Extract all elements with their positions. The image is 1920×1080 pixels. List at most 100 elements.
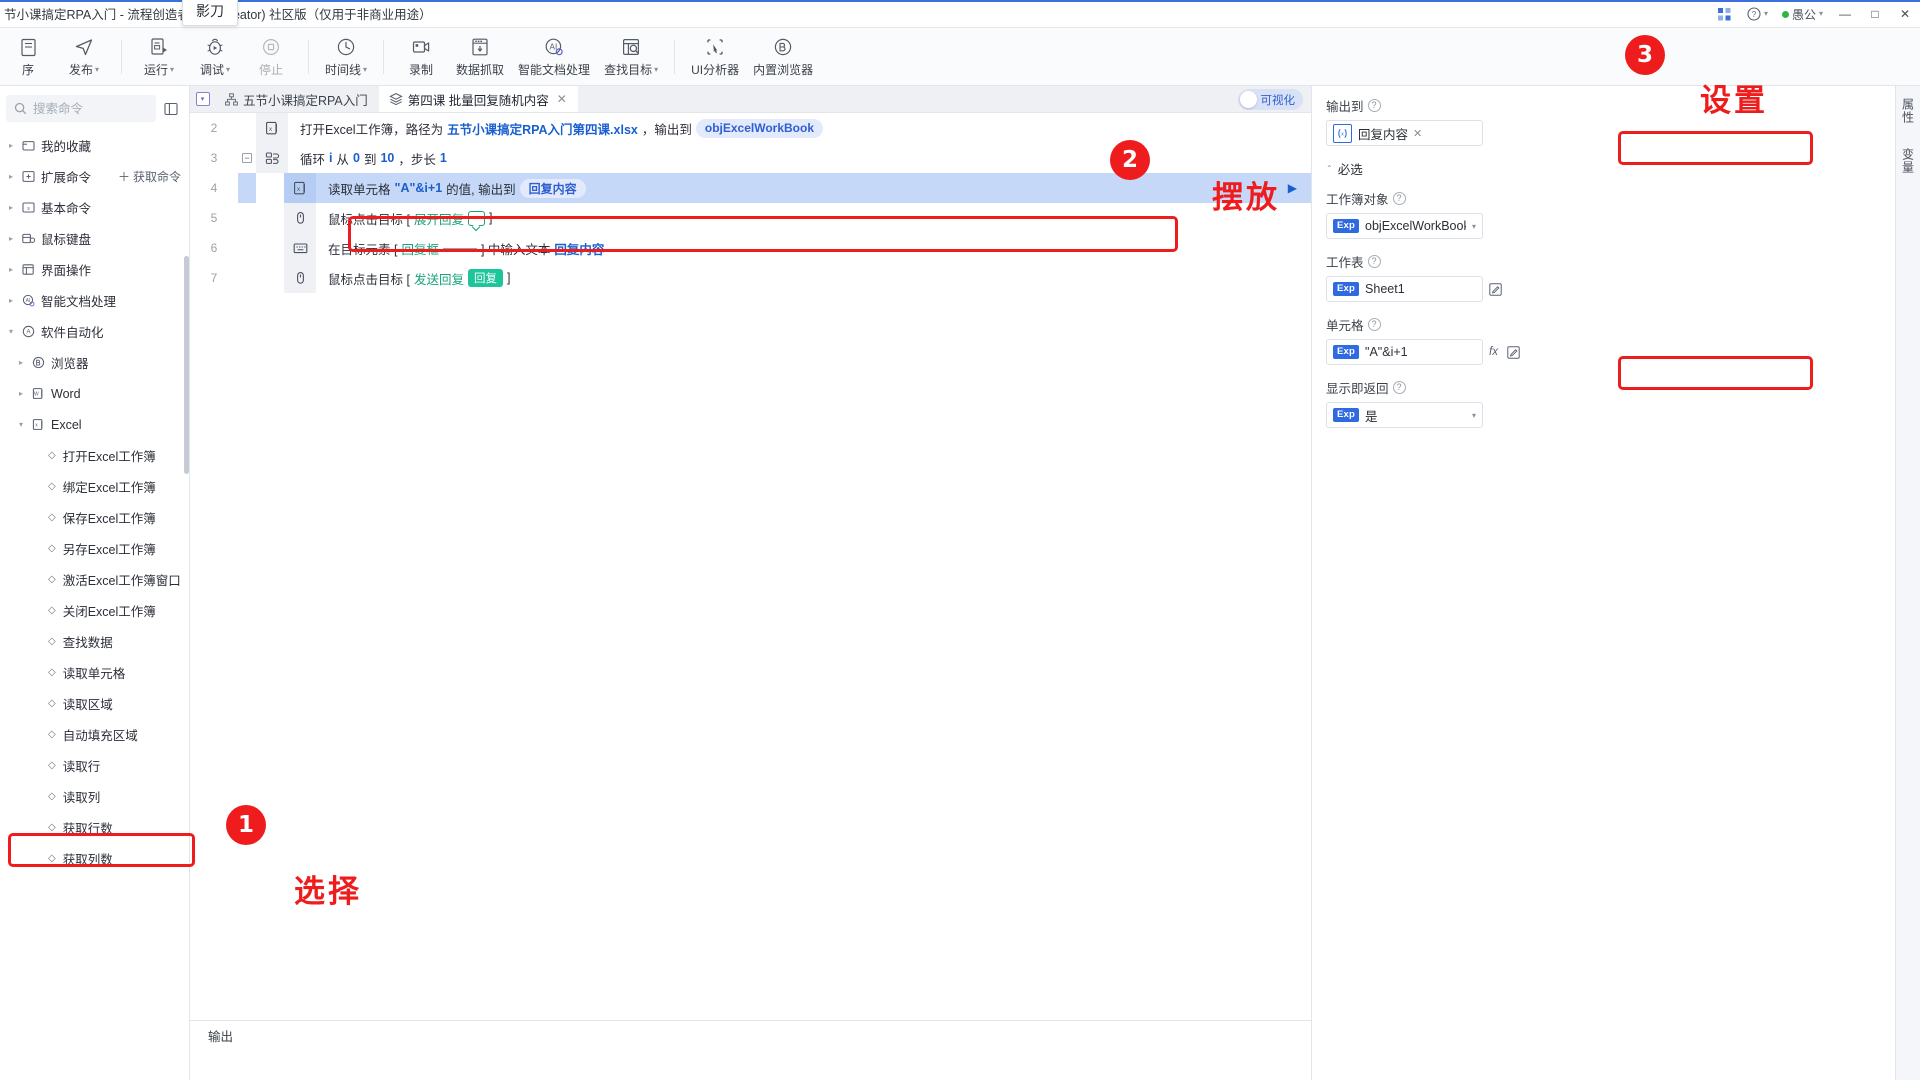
property-input[interactable]: Exp Sheet1 xyxy=(1326,276,1483,302)
toolbar-item-run[interactable]: 运行 ▾ xyxy=(131,30,187,84)
toolbar-item-debug[interactable]: 调试 ▾ xyxy=(187,30,243,84)
twisty-collapsed-icon[interactable]: ▸ xyxy=(14,389,28,398)
expand-all-icon[interactable]: ▾ xyxy=(195,92,210,106)
help-icon-output[interactable]: ? xyxy=(1367,99,1381,112)
chevron-down-icon[interactable]: ▾ xyxy=(1472,411,1476,420)
twisty-collapsed-icon[interactable]: ▸ xyxy=(4,172,18,181)
get-command-button[interactable]: ＋获取命令 xyxy=(118,168,181,185)
output-to-remove-icon[interactable]: ✕ xyxy=(1413,127,1422,140)
property-input[interactable]: Exp 是 ▾ xyxy=(1326,402,1483,428)
flow-row-4[interactable]: 4 x 读取单元格 "A"&i+1 的值, 输出到 回复内容 ▶ xyxy=(190,173,1311,203)
property-input[interactable]: Exp objExcelWorkBook✕ ▾ xyxy=(1326,213,1483,239)
command-tree-item-23[interactable]: ◇ 获取列数 xyxy=(0,843,189,874)
maximize-button[interactable]: □ xyxy=(1860,0,1890,28)
toolbar-item-stop[interactable]: 停止 xyxy=(243,30,299,84)
edit-icon[interactable] xyxy=(1507,345,1520,359)
twisty-collapsed-icon[interactable]: ▸ xyxy=(4,203,18,212)
tab-process-overview[interactable]: 五节小课搞定RPA入门 xyxy=(215,86,379,112)
output-to-field[interactable]: x 回复内容 ✕ xyxy=(1326,120,1483,146)
close-button[interactable]: ✕ xyxy=(1890,0,1920,28)
command-tree-item-14[interactable]: ◇ 激活Excel工作簿窗口 xyxy=(0,564,189,595)
toolbar-item-find-target[interactable]: 查找目标 ▾ xyxy=(597,30,665,84)
toolbar-item-browser[interactable]: 内置浏览器 xyxy=(746,30,820,84)
parameter-value: 回复内容 xyxy=(554,242,605,257)
toolbar-item-timeline[interactable]: 时间线 ▾ xyxy=(318,30,374,84)
toolbar-item-ui-analyzer[interactable]: UI分析器 xyxy=(684,30,746,84)
text-segment: ，步长 xyxy=(398,152,436,167)
command-tree-item-18[interactable]: ◇ 读取区域 xyxy=(0,688,189,719)
flow-row-6[interactable]: 6 在目标元素 [ 回复框 ] 中输入文本 回复内容 xyxy=(190,233,1311,263)
command-tree-item-19[interactable]: ◇ 自动填充区域 xyxy=(0,719,189,750)
ui-op-icon xyxy=(18,263,38,276)
command-tree-item-0[interactable]: ▸ 我的收藏 xyxy=(0,130,189,161)
command-tree-item-17[interactable]: ◇ 读取单元格 xyxy=(0,657,189,688)
app-name-badge: 影刀 xyxy=(182,0,238,26)
run-from-here-icon[interactable]: ▶ xyxy=(1288,181,1297,195)
twisty-collapsed-icon[interactable]: ▸ xyxy=(4,141,18,150)
twisty-collapsed-icon[interactable]: ▸ xyxy=(4,296,18,305)
variable-chip[interactable]: 回复内容 xyxy=(519,178,586,198)
properties-panel: 输出到 ? x 回复内容 ✕ ⌃ 必选 工作簿对象? Exp objExcelWor… xyxy=(1312,86,1895,1080)
command-tree-item-3[interactable]: ▸ 鼠标键盘 xyxy=(0,223,189,254)
help-button[interactable]: ? ▾ xyxy=(1740,0,1775,28)
collapse-toggle-icon[interactable]: − xyxy=(238,143,256,173)
command-bullet-icon: ◇ xyxy=(48,574,56,585)
output-panel-header[interactable]: 输出 xyxy=(190,1020,1311,1050)
toolbar-item-data-grab[interactable]: 数据抓取 xyxy=(449,30,511,84)
property-input[interactable]: Exp "A"&i+1 xyxy=(1326,339,1483,365)
help-icon[interactable]: ? xyxy=(1367,318,1381,331)
command-tree-item-16[interactable]: ◇ 查找数据 xyxy=(0,626,189,657)
flow-row-2[interactable]: 2 x 打开Excel工作簿，路径为 五节小课搞定RPA入门第四课.xlsx ，输出… xyxy=(190,113,1311,143)
command-tree-item-1[interactable]: ▸ 扩展命令 ＋获取命令 xyxy=(0,161,189,192)
chevron-down-icon[interactable]: ▾ xyxy=(1472,222,1476,231)
formula-icon[interactable]: fx xyxy=(1489,346,1498,358)
visualize-toggle[interactable]: 可视化 xyxy=(1237,89,1303,110)
search-input[interactable] xyxy=(33,101,148,116)
minimize-button[interactable]: — xyxy=(1830,0,1860,28)
help-icon[interactable]: ? xyxy=(1367,255,1381,268)
twisty-collapsed-icon[interactable]: ▸ xyxy=(4,265,18,274)
twisty-collapsed-icon[interactable]: ▸ xyxy=(14,358,28,367)
flow-row-7[interactable]: 7 鼠标点击目标 [ 发送回复 回复 ] xyxy=(190,263,1311,293)
command-tree-item-2[interactable]: ▸ s 基本命令 xyxy=(0,192,189,223)
command-tree-item-6[interactable]: ▾ A 软件自动化 xyxy=(0,316,189,347)
grid-icon[interactable] xyxy=(1710,0,1740,28)
command-tree-item-4[interactable]: ▸ 界面操作 xyxy=(0,254,189,285)
twisty-collapsed-icon[interactable]: ▸ xyxy=(4,234,18,243)
command-tree-item-15[interactable]: ◇ 关闭Excel工作簿 xyxy=(0,595,189,626)
annotation-number-3: 3 xyxy=(1625,35,1665,75)
search-box[interactable] xyxy=(6,95,156,122)
toolbar-item-publish[interactable]: 发布 ▾ xyxy=(56,30,112,84)
command-tree-item-5[interactable]: ▸ AI 智能文档处理 xyxy=(0,285,189,316)
command-tree-item-8[interactable]: ▸ W Word xyxy=(0,378,189,409)
panel-collapse-button[interactable] xyxy=(162,100,180,118)
help-icon[interactable]: ? xyxy=(1392,381,1406,394)
edge-tab-properties[interactable]: 属性 xyxy=(1900,98,1917,124)
command-tree-item-21[interactable]: ◇ 读取列 xyxy=(0,781,189,812)
help-icon[interactable]: ? xyxy=(1392,192,1406,205)
command-tree-item-10[interactable]: ◇ 打开Excel工作簿 xyxy=(0,440,189,471)
toolbar-item-ai-doc[interactable]: AI 智能文档处理 xyxy=(511,30,597,84)
tab-current-flow[interactable]: 第四课 批量回复随机内容 ✕ xyxy=(378,86,578,112)
command-tree-item-9[interactable]: ▾ x Excel xyxy=(0,409,189,440)
toolbar-item-record[interactable]: 录制 xyxy=(393,30,449,84)
edit-icon[interactable] xyxy=(1489,282,1502,296)
command-tree-item-7[interactable]: ▸ 浏览器 xyxy=(0,347,189,378)
command-tree-item-22[interactable]: ◇ 获取行数 xyxy=(0,812,189,843)
text-segment: 的值, 输出到 xyxy=(446,182,516,197)
output-to-value-wrap: 回复内容 ✕ xyxy=(1358,124,1476,143)
flow-row-5[interactable]: 5 鼠标点击目标 [ 展开回复 ] xyxy=(190,203,1311,233)
command-tree-item-13[interactable]: ◇ 另存Excel工作簿 xyxy=(0,533,189,564)
twisty-expanded-icon[interactable]: ▾ xyxy=(4,327,18,336)
command-tree-item-11[interactable]: ◇ 绑定Excel工作簿 xyxy=(0,471,189,502)
edge-tab-variables[interactable]: 变量 xyxy=(1900,148,1917,174)
command-tree-item-12[interactable]: ◇ 保存Excel工作簿 xyxy=(0,502,189,533)
twisty-expanded-icon[interactable]: ▾ xyxy=(14,420,28,429)
required-section-header[interactable]: ⌃ 必选 xyxy=(1326,159,1881,178)
command-tree-item-20[interactable]: ◇ 读取行 xyxy=(0,750,189,781)
tab-close-icon[interactable]: ✕ xyxy=(557,92,567,106)
variable-chip[interactable]: objExcelWorkBook xyxy=(695,118,824,138)
toolbar-item-0[interactable]: 序 xyxy=(0,30,56,84)
left-panel-scrollbar[interactable] xyxy=(184,256,189,474)
user-menu[interactable]: 愚公 ▾ xyxy=(1775,0,1830,28)
